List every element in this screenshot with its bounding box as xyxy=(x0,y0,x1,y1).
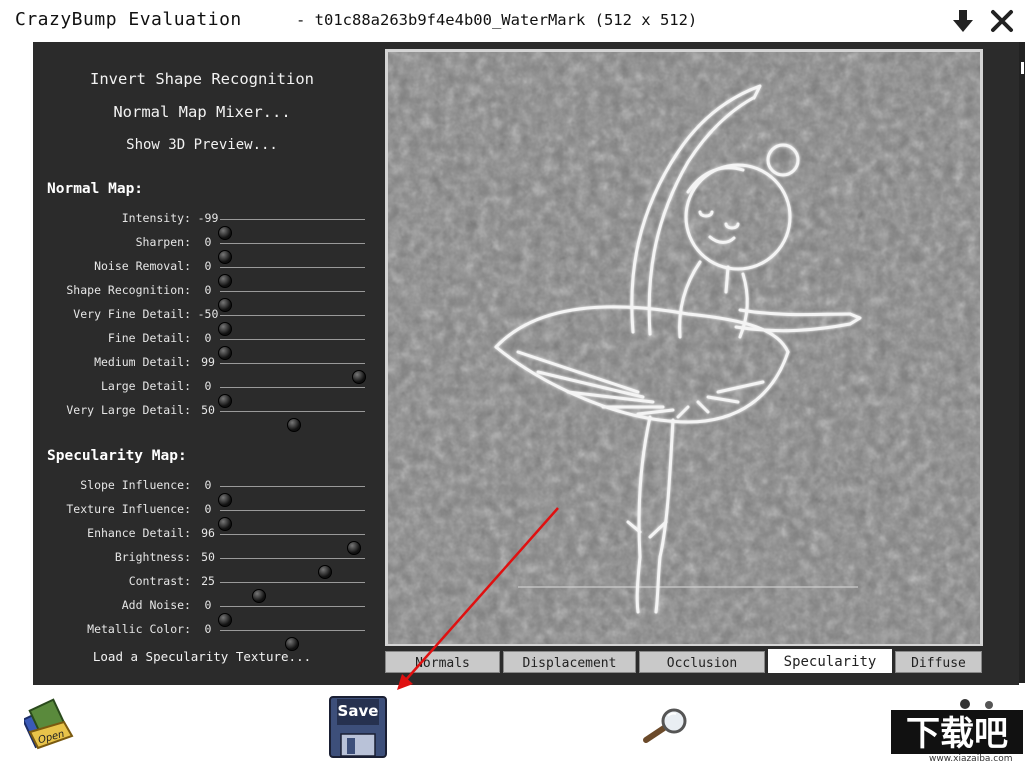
slider-label: Very Fine Detail: xyxy=(73,307,191,321)
normal-map-section-title: Normal Map: xyxy=(47,181,144,197)
slider-value[interactable]: 0 xyxy=(193,283,223,297)
slider-value[interactable]: 50 xyxy=(193,550,223,564)
slider-label: Medium Detail: xyxy=(94,355,191,369)
slider-label: Brightness: xyxy=(114,550,191,564)
specularity-map-section-title: Specularity Map: xyxy=(47,448,187,464)
slider-track[interactable] xyxy=(218,267,365,288)
slider-label: Sharpen: xyxy=(135,235,191,249)
slider-track[interactable] xyxy=(218,510,365,531)
slider-label: Contrast: xyxy=(128,574,191,588)
slider-very-large-detail[interactable]: Very Large Detail: 50 xyxy=(33,399,373,432)
slider-value[interactable]: 0 xyxy=(193,259,223,273)
tab-diffuse[interactable]: Diffuse xyxy=(895,651,982,673)
tab-specularity[interactable]: Specularity xyxy=(768,649,892,673)
slider-enhance-detail[interactable]: Enhance Detail: 96 xyxy=(33,522,373,555)
slider-track[interactable] xyxy=(220,411,365,432)
slider-large-detail[interactable]: Large Detail: 0 xyxy=(33,375,373,408)
bottom-toolbar xyxy=(0,685,1025,768)
slider-texture-influence[interactable]: Texture Influence: 0 xyxy=(33,498,373,531)
slider-label: Enhance Detail: xyxy=(87,526,191,540)
tab-occlusion[interactable]: Occlusion xyxy=(639,651,765,673)
slider-track[interactable] xyxy=(220,534,365,555)
show-3d-preview-button[interactable]: Show 3D Preview... xyxy=(33,137,371,153)
main-panel: Invert Shape Recognition Normal Map Mixe… xyxy=(33,42,1019,685)
tab-displacement[interactable]: Displacement xyxy=(503,651,636,673)
xiazaiba-watermark-logo: 下载吧 www.xiazaiba.com xyxy=(889,696,1025,768)
slider-label: Noise Removal: xyxy=(94,259,191,273)
slider-track[interactable] xyxy=(220,558,365,579)
slider-value[interactable]: 25 xyxy=(193,574,223,588)
slider-label: Slope Influence: xyxy=(80,478,191,492)
slider-sharpen[interactable]: Sharpen: 0 xyxy=(33,231,373,264)
watermark-url: www.xiazaiba.com xyxy=(929,754,1013,764)
slider-value[interactable]: 96 xyxy=(193,526,223,540)
slider-metallic-color[interactable]: Metallic Color: 0 xyxy=(33,618,373,651)
slider-add-noise[interactable]: Add Noise: 0 xyxy=(33,594,373,627)
slider-track[interactable] xyxy=(220,582,365,603)
slider-label: Very Large Detail: xyxy=(66,403,191,417)
slider-knob[interactable] xyxy=(286,418,301,432)
slider-value[interactable]: -99 xyxy=(193,211,223,225)
preview-frame xyxy=(385,49,983,646)
invert-shape-recognition-button[interactable]: Invert Shape Recognition xyxy=(33,70,371,88)
window-edge-mark xyxy=(1021,62,1024,74)
title-bar: CrazyBump Evaluation - t01c88a263b9f4e4b… xyxy=(0,0,1025,42)
slider-label: Add Noise: xyxy=(121,598,191,612)
open-button[interactable]: Open xyxy=(21,698,74,752)
slider-value[interactable]: 0 xyxy=(193,379,223,393)
slider-label: Texture Influence: xyxy=(66,502,191,516)
slider-value[interactable]: 0 xyxy=(193,235,223,249)
slider-medium-detail[interactable]: Medium Detail: 99 xyxy=(33,351,373,384)
normal-map-mixer-button[interactable]: Normal Map Mixer... xyxy=(33,103,371,121)
watermark-logo-text: 下载吧 xyxy=(906,714,1008,754)
slider-contrast[interactable]: Contrast: 25 xyxy=(33,570,373,603)
file-title: - t01c88a263b9f4e4b00_WaterMark (512 x 5… xyxy=(296,11,698,29)
save-button-label: Save xyxy=(337,702,379,720)
slider-track[interactable] xyxy=(218,219,365,240)
open-folder-icon xyxy=(21,698,74,750)
slider-track[interactable] xyxy=(218,291,365,312)
slider-track[interactable] xyxy=(220,630,365,651)
slider-track[interactable] xyxy=(218,387,365,408)
slider-label: Large Detail: xyxy=(100,379,191,393)
slider-value[interactable]: 0 xyxy=(193,331,223,345)
close-icon[interactable] xyxy=(990,8,1014,34)
save-button[interactable]: Save xyxy=(329,696,387,758)
slider-value[interactable]: 50 xyxy=(193,403,223,417)
magnifier-icon xyxy=(643,708,687,743)
slider-very-fine-detail[interactable]: Very Fine Detail: -50 xyxy=(33,303,373,336)
zoom-button[interactable] xyxy=(640,706,692,746)
download-arrow-icon[interactable] xyxy=(951,8,975,34)
slider-shape-recognition[interactable]: Shape Recognition: 0 xyxy=(33,279,373,312)
slider-label: Intensity: xyxy=(121,211,191,225)
slider-label: Shape Recognition: xyxy=(66,283,191,297)
map-tabs: Normals Displacement Occlusion Speculari… xyxy=(385,649,983,673)
slider-track[interactable] xyxy=(218,339,365,360)
slider-value[interactable]: 0 xyxy=(193,478,223,492)
app-title: CrazyBump Evaluation xyxy=(15,9,242,30)
slider-fine-detail[interactable]: Fine Detail: 0 xyxy=(33,327,373,360)
slider-track[interactable] xyxy=(218,315,365,336)
slider-label: Metallic Color: xyxy=(87,622,191,636)
slider-label: Fine Detail: xyxy=(107,331,191,345)
settings-sidebar: Invert Shape Recognition Normal Map Mixe… xyxy=(33,42,373,685)
slider-track[interactable] xyxy=(220,363,366,384)
window-edge xyxy=(1019,42,1025,683)
slider-value[interactable]: 0 xyxy=(193,502,223,516)
slider-intensity[interactable]: Intensity: -99 xyxy=(33,207,373,240)
slider-value[interactable]: -50 xyxy=(193,307,223,321)
slider-value[interactable]: 99 xyxy=(193,355,223,369)
slider-track[interactable] xyxy=(218,243,365,264)
slider-track[interactable] xyxy=(218,606,365,627)
ballerina-preview-image[interactable] xyxy=(388,52,980,644)
slider-slope-influence[interactable]: Slope Influence: 0 xyxy=(33,474,373,507)
slider-value[interactable]: 0 xyxy=(193,598,223,612)
tab-normals[interactable]: Normals xyxy=(385,651,500,673)
slider-noise-removal[interactable]: Noise Removal: 0 xyxy=(33,255,373,288)
slider-brightness[interactable]: Brightness: 50 xyxy=(33,546,373,579)
load-specularity-texture-button[interactable]: Load a Specularity Texture... xyxy=(33,649,371,664)
slider-value[interactable]: 0 xyxy=(193,622,223,636)
slider-track[interactable] xyxy=(218,486,365,507)
